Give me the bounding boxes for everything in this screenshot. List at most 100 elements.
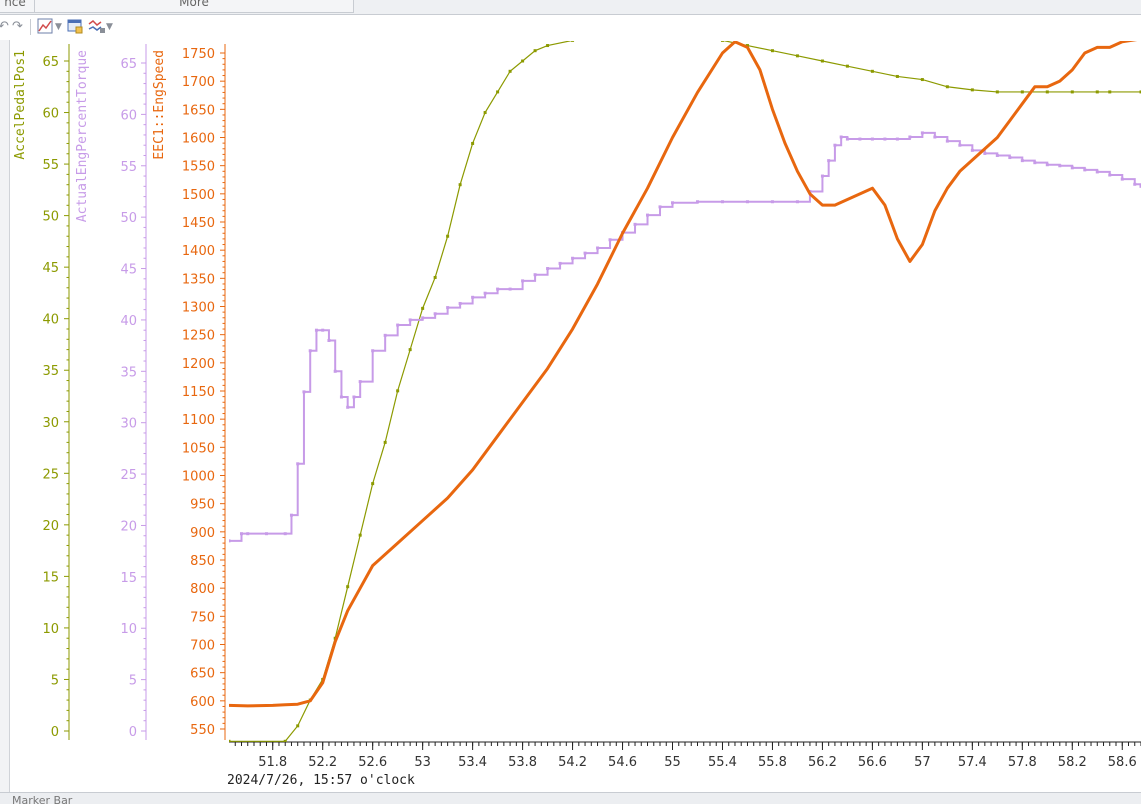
torque-point [1121,178,1124,181]
torque-axis-title: ActualEngPercentTorque [75,50,90,222]
torque-point [1071,166,1074,169]
accel-point [371,482,374,485]
x-tick-label: 57 [914,755,931,770]
accel-line [229,32,1141,741]
speed-tick-label: 1300 [182,301,215,316]
series-torque [228,131,1141,542]
accel-point [421,307,424,310]
timestamp-label: 2024/7/26, 15:57 o'clock [227,773,415,788]
accel-tick-label: 45 [42,261,59,276]
torque-point [1046,163,1049,166]
accel-tick-label: 35 [42,364,59,379]
torque-point [671,201,674,204]
accel-tick-label: 30 [42,416,59,431]
torque-point [346,406,349,409]
torque-point [696,200,699,203]
speed-tick-label: 650 [190,667,215,682]
x-tick-label: 54.2 [558,755,587,770]
accel-point [571,39,574,42]
accel-tick-label: 55 [42,158,59,173]
torque-point [409,318,412,321]
torque-point [1033,161,1036,164]
torque-point [309,349,312,352]
torque-tick-label: 0 [129,725,137,740]
torque-point [646,214,649,217]
speed-tick-label: 1700 [182,75,215,90]
accel-tick-label: 40 [42,313,59,328]
accel-point [346,585,349,588]
torque-point [302,390,305,393]
accel-axis-title: AccelPedalPos1 [13,50,28,160]
torque-point [434,312,437,315]
torque-point [584,252,587,255]
x-tick-label: 58.2 [1058,755,1087,770]
torque-point [321,329,324,332]
torque-point [228,539,231,542]
speed-tick-label: 850 [190,554,215,569]
torque-point [908,135,911,138]
x-tick-label: 53.8 [508,755,537,770]
accel-point [446,235,449,238]
accel-point [434,276,437,279]
torque-point [634,223,637,226]
torque-point [534,273,537,276]
torque-point [1021,159,1024,162]
torque-point [559,262,562,265]
torque-point [284,532,287,535]
marker-bar: Marker Bar [0,792,1141,804]
accel-point [821,60,824,63]
torque-point [659,205,662,208]
torque-point [933,135,936,138]
accel-point [296,724,299,727]
accel-point [621,32,624,35]
speed-tick-label: 900 [190,526,215,541]
torque-point [340,396,343,399]
speed-tick-label: 1050 [182,441,215,456]
torque-point [896,138,899,141]
torque-point [609,238,612,241]
torque-point [771,200,774,203]
accel-point [459,183,462,186]
torque-point [1083,168,1086,171]
torque-point [1108,174,1111,177]
torque-point [1008,156,1011,159]
marker-bar-label: Marker Bar [12,794,72,807]
accel-point [871,70,874,73]
torque-point [1133,183,1136,186]
speed-tick-label: 1350 [182,272,215,287]
accel-tick-label: 5 [51,673,59,688]
x-tick-label: 54.6 [608,755,637,770]
speed-tick-label: 1100 [182,413,215,428]
torque-point [996,154,999,157]
speed-tick-label: 1450 [182,216,215,231]
torque-point [827,159,830,162]
torque-point [871,138,874,141]
torque-point [858,138,861,141]
series-speed [229,39,1141,706]
accel-point [1021,90,1024,93]
speed-tick-label: 1600 [182,132,215,147]
torque-tick-label: 65 [120,57,137,72]
torque-point [509,288,512,291]
torque-point [883,138,886,141]
accel-point [359,534,362,537]
accel-point [596,34,599,37]
speed-tick-label: 700 [190,639,215,654]
torque-point [446,306,449,309]
accel-point [971,88,974,91]
torque-line [229,133,1141,541]
x-tick-label: 52.2 [308,755,337,770]
speed-axis-title: EEC1::EngSpeed [152,50,167,160]
speed-tick-label: 1500 [182,188,215,203]
torque-point [846,138,849,141]
torque-point [484,292,487,295]
x-tick-label: 51.8 [258,755,287,770]
torque-tick-label: 55 [120,160,137,175]
torque-point [246,532,249,535]
speed-line [229,39,1141,706]
x-tick-label: 56.6 [858,755,887,770]
speed-tick-label: 750 [190,610,215,625]
accel-tick-label: 25 [42,467,59,482]
torque-point [1058,164,1061,167]
speed-tick-label: 1200 [182,357,215,372]
